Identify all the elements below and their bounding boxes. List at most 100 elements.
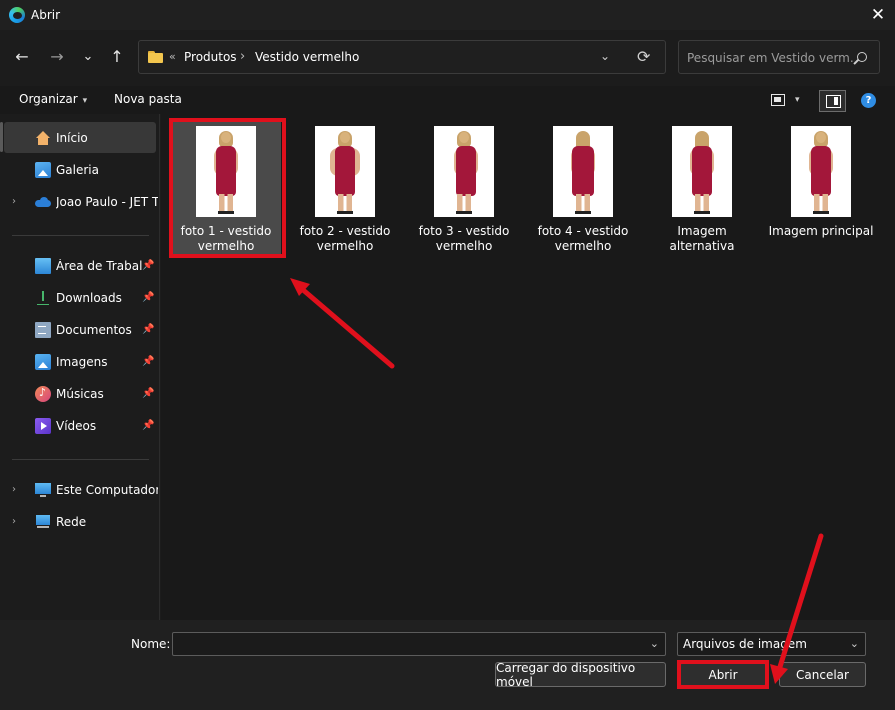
forward-button[interactable]: →	[44, 43, 70, 69]
sidebar-item-onedrive[interactable]: › Joao Paulo - JET TEC	[4, 186, 158, 217]
help-icon[interactable]: ?	[861, 93, 876, 108]
sidebar-item-area-de-trabalho[interactable]: Área de Trabalho 📌	[4, 250, 156, 281]
window-title: Abrir	[31, 8, 61, 22]
open-button[interactable]: Abrir	[680, 662, 766, 687]
file-name: foto 3 - vestido vermelho	[418, 224, 510, 253]
file-item-imagem-alternativa[interactable]: Imagem alternativa	[647, 122, 757, 254]
image-thumbnail	[553, 126, 613, 217]
expand-chevron-icon[interactable]: ›	[12, 484, 16, 495]
navigation-pane: Início Galeria › Joao Paulo - JET TEC Ár…	[0, 114, 160, 620]
file-item-foto-1[interactable]: foto 1 - vestido vermelho	[171, 122, 281, 254]
sidebar-item-rede[interactable]: › Rede	[4, 506, 156, 537]
file-type-value: Arquivos de imagem	[683, 637, 807, 651]
title-bar: Abrir ✕	[0, 0, 895, 30]
sidebar-item-label: Rede	[56, 514, 87, 529]
sidebar-item-label: Este Computador	[56, 482, 158, 497]
upload-from-mobile-button[interactable]: Carregar do dispositivo móvel	[495, 661, 666, 689]
sidebar-item-videos[interactable]: Vídeos 📌	[4, 410, 156, 441]
sidebar-item-galeria[interactable]: Galeria	[4, 154, 156, 185]
file-name-label: Nome:	[131, 637, 171, 651]
music-icon	[35, 385, 51, 402]
folder-icon	[148, 51, 163, 63]
edge-browser-icon	[9, 7, 25, 23]
file-name: foto 4 - vestido vermelho	[537, 224, 629, 253]
documents-icon	[35, 321, 51, 338]
pin-icon: 📌	[142, 292, 155, 303]
sidebar-item-label: Joao Paulo - JET TEC	[56, 194, 158, 209]
gallery-icon	[35, 161, 51, 178]
sidebar-item-imagens[interactable]: Imagens 📌	[4, 346, 156, 377]
file-name: foto 1 - vestido vermelho	[180, 224, 272, 253]
file-name-input[interactable]	[179, 636, 639, 652]
view-options-icon[interactable]	[771, 94, 785, 106]
back-button[interactable]: ←	[9, 43, 35, 69]
organize-label: Organizar	[19, 92, 78, 106]
sidebar-item-downloads[interactable]: Downloads 📌	[4, 282, 156, 313]
sidebar-divider	[12, 459, 149, 460]
network-icon	[35, 514, 51, 530]
sidebar-item-label: Imagens	[56, 354, 108, 369]
search-input[interactable]	[687, 49, 855, 67]
breadcrumb-produtos[interactable]: Produtos	[184, 50, 237, 64]
file-list: foto 1 - vestido vermelho foto 2 - vesti…	[161, 114, 895, 620]
chevron-down-icon[interactable]: ⌄	[650, 637, 659, 650]
new-folder-button[interactable]: Nova pasta	[114, 92, 182, 106]
sidebar-item-label: Área de Trabalho	[56, 258, 142, 273]
sidebar-item-label: Documentos	[56, 322, 132, 337]
search-icon[interactable]	[857, 52, 867, 62]
download-icon	[35, 290, 51, 306]
file-name: Imagem alternativa	[669, 224, 735, 253]
file-type-select[interactable]: Arquivos de imagem ⌄	[677, 632, 866, 656]
sidebar-divider	[12, 235, 149, 236]
image-thumbnail	[434, 126, 494, 217]
chevron-down-icon[interactable]: ⌄	[850, 637, 859, 650]
breadcrumb-vestido-vermelho[interactable]: Vestido vermelho	[255, 50, 359, 64]
sidebar-item-label: Galeria	[56, 162, 99, 177]
file-name-combobox[interactable]: ⌄	[172, 632, 666, 656]
view-options-chevron-icon[interactable]: ▾	[795, 95, 800, 105]
sidebar-item-musicas[interactable]: Músicas 📌	[4, 378, 156, 409]
file-item-imagem-principal[interactable]: Imagem principal	[766, 122, 876, 254]
up-button[interactable]: ↑	[104, 43, 130, 69]
search-box[interactable]	[678, 40, 880, 74]
sidebar-item-inicio[interactable]: Início	[4, 122, 156, 153]
expand-chevron-icon[interactable]: ›	[12, 516, 16, 527]
close-button[interactable]: ✕	[861, 0, 895, 30]
pin-icon: 📌	[142, 260, 155, 271]
pin-icon: 📌	[142, 356, 155, 367]
image-thumbnail	[196, 126, 256, 217]
image-thumbnail	[672, 126, 732, 217]
sidebar-item-label: Músicas	[56, 386, 104, 401]
sidebar-scrollbar[interactable]	[0, 122, 3, 152]
chevron-down-icon: ▾	[82, 96, 88, 106]
breadcrumb-overflow[interactable]: «	[169, 50, 176, 63]
toolbar: Organizar ▾ Nova pasta ▾ ?	[0, 86, 895, 114]
address-dropdown-icon[interactable]: ⌄	[600, 49, 610, 63]
sidebar-item-documentos[interactable]: Documentos 📌	[4, 314, 156, 345]
cancel-button[interactable]: Cancelar	[779, 662, 866, 687]
address-bar[interactable]: « Produtos › Vestido vermelho ⌄ ⟳	[138, 40, 666, 74]
expand-chevron-icon[interactable]: ›	[12, 196, 16, 207]
sidebar-item-label: Início	[56, 130, 88, 145]
pin-icon: 📌	[142, 388, 155, 399]
recent-locations-button[interactable]: ⌄	[75, 43, 101, 69]
dialog-footer: Nome: ⌄ Arquivos de imagem ⌄ Carregar do…	[0, 620, 895, 710]
file-item-foto-3[interactable]: foto 3 - vestido vermelho	[409, 122, 519, 254]
sidebar-item-este-computador[interactable]: › Este Computador	[4, 474, 158, 505]
videos-icon	[35, 417, 51, 434]
file-name: Imagem principal	[768, 224, 874, 238]
image-thumbnail	[315, 126, 375, 217]
file-name: foto 2 - vestido vermelho	[299, 224, 391, 253]
file-item-foto-2[interactable]: foto 2 - vestido vermelho	[290, 122, 400, 254]
breadcrumb-separator: ›	[240, 49, 246, 64]
preview-pane-icon[interactable]	[819, 90, 846, 112]
images-icon	[35, 353, 51, 370]
organize-menu[interactable]: Organizar ▾	[19, 92, 87, 106]
file-item-foto-4[interactable]: foto 4 - vestido vermelho	[528, 122, 638, 254]
image-thumbnail	[791, 126, 851, 217]
sidebar-item-label: Downloads	[56, 290, 122, 305]
pin-icon: 📌	[142, 420, 155, 431]
pin-icon: 📌	[142, 324, 155, 335]
desktop-icon	[35, 257, 51, 274]
refresh-icon[interactable]: ⟳	[637, 47, 650, 66]
